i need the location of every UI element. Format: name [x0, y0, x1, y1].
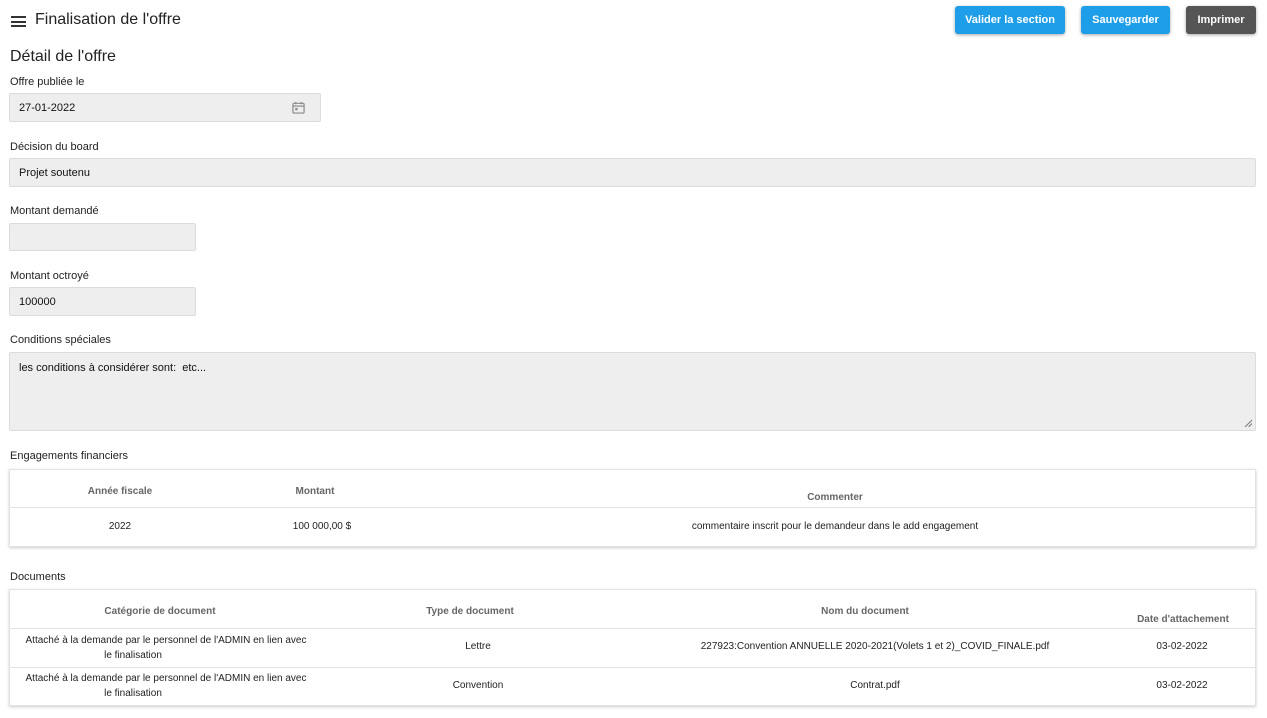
requested-amount-label: Montant demandé	[10, 205, 99, 217]
column-header-date: Date d'attachement	[1137, 614, 1229, 625]
row-divider	[10, 667, 1255, 668]
board-decision-field[interactable]: Projet soutenu	[9, 158, 1256, 187]
column-header-amount: Montant	[295, 486, 335, 497]
granted-amount-value: 100000	[19, 295, 56, 308]
document-link[interactable]: Contrat.pdf	[775, 680, 975, 691]
amount-cell: 100 000,00 $	[292, 521, 352, 532]
resize-handle-icon[interactable]	[1244, 419, 1252, 427]
published-date-field[interactable]: 27-01-2022	[9, 93, 321, 122]
save-button[interactable]: Sauvegarder	[1081, 6, 1170, 34]
published-date-label: Offre publiée le	[10, 76, 85, 88]
special-conditions-textarea[interactable]: les conditions à considérer sont: etc...	[9, 352, 1256, 431]
column-header-fiscal-year: Année fiscale	[87, 486, 153, 497]
comment-cell: commentaire inscrit pour le demandeur da…	[691, 521, 979, 532]
document-link[interactable]: 227923:Convention ANNUELLE 2020-2021(Vol…	[635, 641, 1115, 652]
special-conditions-label: Conditions spéciales	[10, 334, 111, 346]
header-divider	[10, 507, 1255, 508]
top-bar: Finalisation de l'offre Valider la secti…	[0, 0, 1267, 44]
column-header-comment: Commenter	[807, 492, 863, 503]
special-conditions-value: les conditions à considérer sont: etc...	[19, 362, 207, 374]
type-cell: Convention	[452, 680, 504, 691]
category-cell: Attaché à la demande par le personnel de…	[10, 671, 322, 701]
engagements-table: Année fiscale Montant Commenter 2022 100…	[9, 469, 1256, 547]
validate-section-button[interactable]: Valider la section	[955, 6, 1065, 34]
print-button[interactable]: Imprimer	[1186, 6, 1256, 34]
date-cell: 03-02-2022	[1156, 680, 1208, 691]
granted-amount-label: Montant octroyé	[10, 270, 89, 282]
category-line-1: Attaché à la demande par le personnel de…	[25, 635, 307, 646]
type-cell: Lettre	[465, 641, 491, 652]
engagements-label: Engagements financiers	[10, 450, 129, 462]
category-line-2: le finalisation	[104, 688, 162, 699]
published-date-value: 27-01-2022	[19, 101, 76, 114]
board-decision-value: Projet soutenu	[19, 166, 90, 179]
documents-label: Documents	[10, 571, 66, 583]
fiscal-year-cell: 2022	[108, 521, 132, 532]
granted-amount-field[interactable]: 100000	[9, 287, 196, 316]
section-title: Détail de l'offre	[10, 48, 116, 65]
column-header-category: Catégorie de document	[104, 606, 216, 617]
category-line-2: le finalisation	[104, 650, 162, 661]
board-decision-label: Décision du board	[10, 141, 99, 153]
header-divider	[10, 628, 1255, 629]
menu-icon[interactable]	[11, 16, 26, 27]
calendar-icon[interactable]	[292, 101, 305, 114]
category-line-1: Attaché à la demande par le personnel de…	[25, 673, 307, 684]
requested-amount-field[interactable]	[9, 223, 196, 251]
column-header-type: Type de document	[426, 606, 514, 617]
documents-table: Catégorie de document Type de document N…	[9, 589, 1256, 706]
date-cell: 03-02-2022	[1156, 641, 1208, 652]
page-title: Finalisation de l'offre	[35, 11, 181, 28]
category-cell: Attaché à la demande par le personnel de…	[10, 633, 322, 663]
column-header-name: Nom du document	[821, 606, 909, 617]
